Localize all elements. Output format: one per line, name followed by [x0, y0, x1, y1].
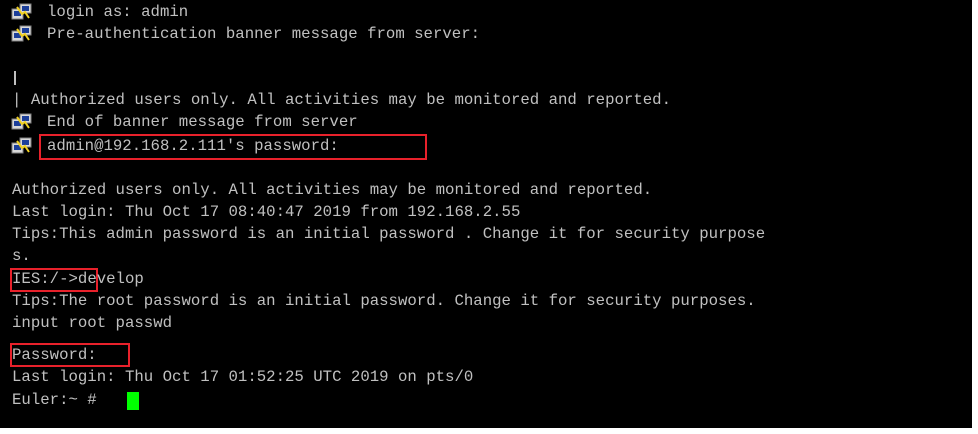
- terminal-line-input-root: input root passwd: [12, 314, 173, 332]
- terminal-line-last-login-1: Last login: Thu Oct 17 08:40:47 2019 fro…: [12, 203, 521, 221]
- terminal-cursor[interactable]: [127, 392, 139, 410]
- terminal-line-login: login as: admin: [47, 3, 189, 21]
- terminal-line-banner-text: | Authorized users only. All activities …: [12, 91, 671, 109]
- terminal-line-euler-prompt[interactable]: Euler:~ #: [12, 389, 97, 411]
- putty-session-icon: [11, 137, 32, 154]
- terminal-line-tips-admin-wrap: s.: [12, 247, 31, 265]
- terminal-line-tips-root: Tips:The root password is an initial pas…: [12, 292, 756, 310]
- shell-prompt: IES:/->: [12, 270, 78, 288]
- terminal-line-last-login-2: Last login: Thu Oct 17 01:52:25 UTC 2019…: [12, 368, 474, 386]
- terminal-line-banner-start: Pre-authentication banner message from s…: [47, 25, 481, 43]
- terminal-window[interactable]: login as: admin Pre-authentication banne…: [0, 0, 978, 434]
- putty-session-icon: [11, 25, 32, 42]
- terminal-line-banner-end: End of banner message from server: [47, 113, 358, 131]
- putty-session-icon: [11, 113, 32, 130]
- banner-separator: [14, 71, 16, 85]
- terminal-line-password-prompt: admin@192.168.2.111's password:: [47, 137, 339, 155]
- terminal-line-tips-admin: Tips:This admin password is an initial p…: [12, 225, 766, 243]
- terminal-line-root-password: Password:: [12, 346, 97, 364]
- terminal-line-ies-prompt: IES:/->develop: [12, 268, 144, 290]
- terminal-line-authorized: Authorized users only. All activities ma…: [12, 181, 653, 199]
- entered-command: develop: [77, 270, 144, 288]
- putty-session-icon: [11, 3, 32, 20]
